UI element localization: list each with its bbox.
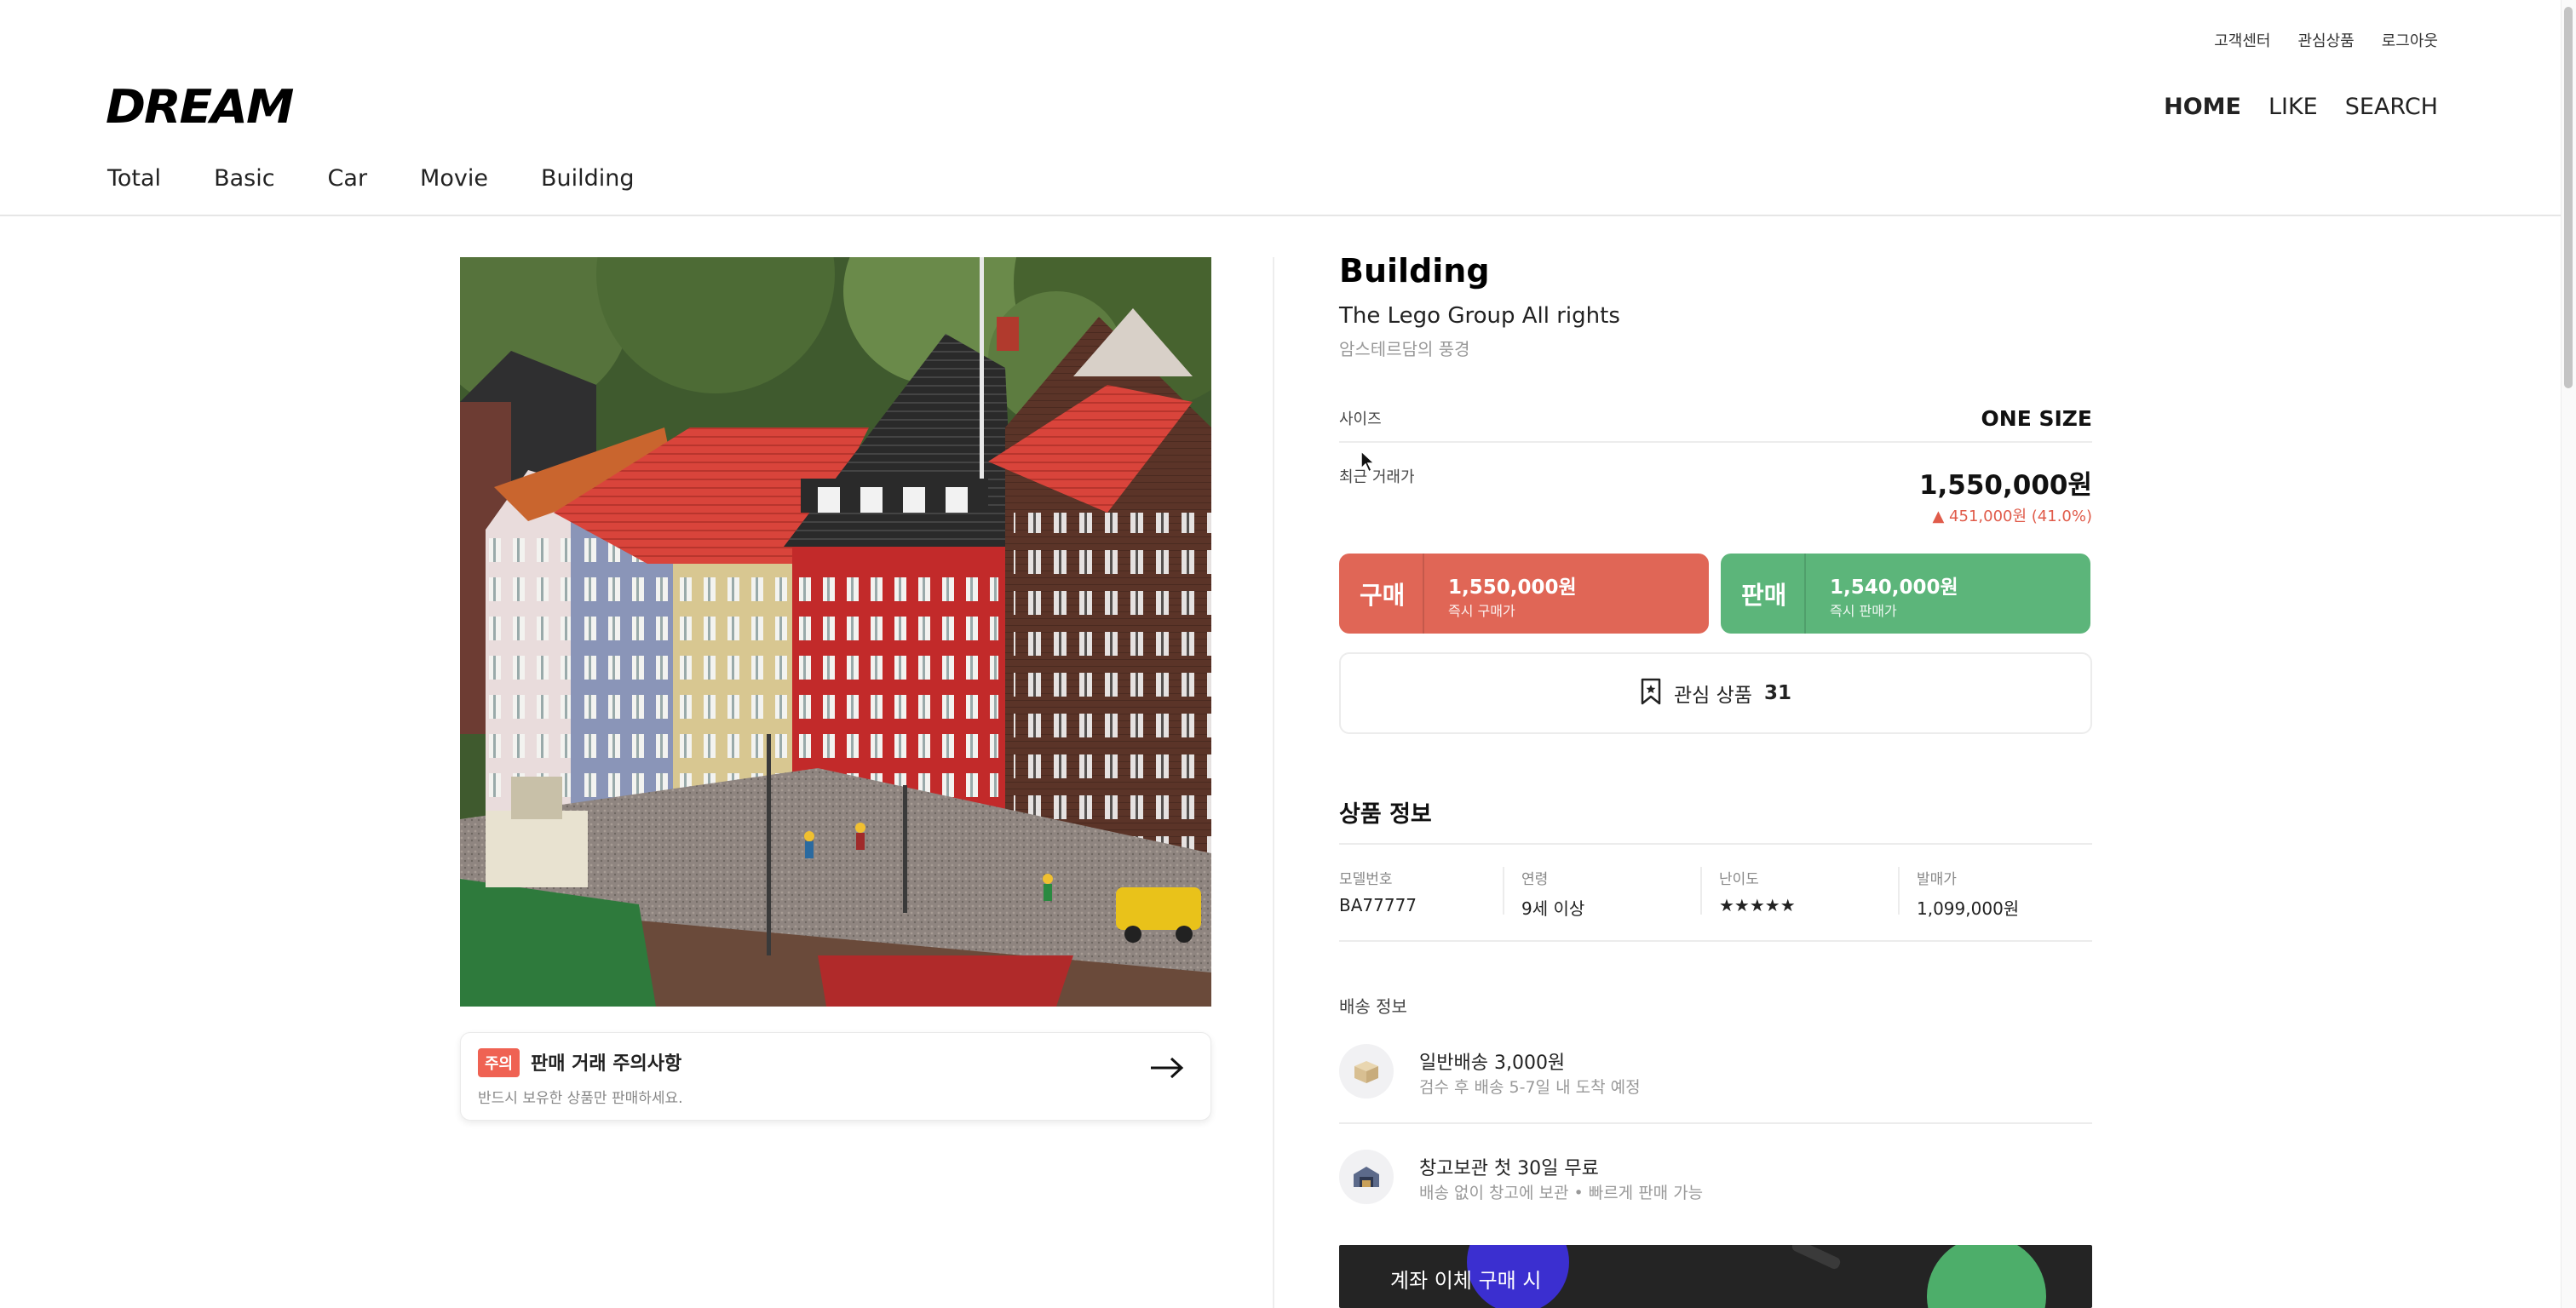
info-release-price: 발매가 1,099,000원 (1898, 867, 2092, 919)
header-divider (0, 215, 2561, 216)
shipping-desc: 배송 없이 창고에 보관 • 빠르게 판매 가능 (1419, 1184, 1704, 1202)
info-difficulty: 난이도 ★★★★★ (1700, 867, 1898, 915)
info-age: 연령 9세 이상 (1503, 867, 1700, 919)
main-nav: HOME LIKE SEARCH (2164, 94, 2438, 120)
product-image (460, 257, 1211, 1007)
column-divider (1273, 257, 1274, 1308)
sell-separator (1804, 554, 1806, 634)
link-wishlist[interactable]: 관심상품 (2298, 29, 2355, 51)
logo[interactable]: DREAM (106, 80, 294, 134)
info-key: 난이도 (1719, 871, 1759, 888)
shipping-option-warehouse[interactable]: 창고보관 첫 30일 무료 배송 없이 창고에 보관 • 빠르게 판매 가능 (1339, 1150, 2092, 1206)
info-divider-top (1339, 843, 2092, 845)
shipping-divider (1339, 1122, 2092, 1124)
buy-label: 구매 (1360, 581, 1406, 610)
buy-button[interactable]: 구매 1,550,000원 즉시 구매가 (1339, 554, 1709, 634)
info-key: 모델번호 (1339, 871, 1393, 888)
shipping-desc: 검수 후 배송 5-7일 내 도착 예정 (1419, 1078, 1641, 1097)
shipping-option-standard[interactable]: 일반배송 3,000원 검수 후 배송 5-7일 내 도착 예정 (1339, 1044, 2092, 1100)
info-value: 1,099,000원 (1917, 898, 2020, 919)
scrollbar-thumb[interactable] (2564, 7, 2573, 388)
sell-button[interactable]: 판매 1,540,000원 즉시 판매가 (1721, 554, 2090, 634)
sell-price: 1,540,000원 (1830, 577, 1958, 599)
sell-caption: 즉시 판매가 (1830, 603, 1897, 619)
wishlist-button[interactable]: 관심 상품 31 (1339, 652, 2092, 734)
buy-caption: 즉시 구매가 (1448, 603, 1515, 619)
recent-price-value: 1,550,000원 (1918, 470, 2092, 501)
scrollbar[interactable] (2561, 0, 2576, 1308)
product-info-grid: 모델번호 BA77777 연령 9세 이상 난이도 ★★★★★ 발매가 1,09… (1339, 867, 2092, 919)
info-model: 모델번호 BA77777 (1339, 867, 1503, 915)
category-car[interactable]: Car (328, 165, 368, 192)
price-change: ▲ 451,000원 (41.0%) (1932, 508, 2092, 525)
info-value: 9세 이상 (1521, 898, 1585, 919)
size-label: 사이즈 (1339, 410, 1382, 428)
product-subtitle: 암스테르담의 풍경 (1339, 339, 1470, 359)
mouse-cursor-icon (1360, 450, 1377, 477)
info-divider-bottom (1339, 940, 2092, 942)
sell-notice-card[interactable]: 주의 판매 거래 주의사항 반드시 보유한 상품만 판매하세요. (460, 1032, 1211, 1121)
warehouse-icon (1339, 1150, 1394, 1204)
info-key: 연령 (1521, 871, 1549, 888)
shipping-title: 창고보관 첫 30일 무료 (1419, 1158, 1599, 1179)
banner-text: 계좌 이체 구매 시 (1390, 1269, 1542, 1293)
bookmark-icon (1640, 678, 1662, 708)
category-movie[interactable]: Movie (420, 165, 488, 192)
buy-separator (1423, 554, 1424, 634)
buy-price: 1,550,000원 (1448, 577, 1577, 599)
notice-title: 판매 거래 주의사항 (531, 1053, 682, 1075)
category-total[interactable]: Total (107, 165, 161, 192)
shipping-title: 일반배송 3,000원 (1419, 1053, 1566, 1074)
nav-search[interactable]: SEARCH (2345, 94, 2438, 120)
category-basic[interactable]: Basic (214, 165, 274, 192)
link-customer-center[interactable]: 고객센터 (2214, 29, 2270, 51)
notice-description: 반드시 보유한 상품만 판매하세요. (478, 1090, 683, 1107)
category-nav: Total Basic Car Movie Building (107, 165, 634, 192)
product-title: Building (1339, 252, 1490, 290)
wishlist-count: 31 (1763, 682, 1791, 704)
info-value: ★★★★★ (1719, 895, 1796, 915)
notice-badge: 주의 (478, 1048, 520, 1077)
sell-label: 판매 (1741, 581, 1787, 610)
nav-home[interactable]: HOME (2164, 94, 2241, 120)
info-key: 발매가 (1917, 871, 1957, 888)
arrow-right-icon (1149, 1055, 1185, 1084)
package-icon (1339, 1044, 1394, 1099)
info-value: BA77777 (1339, 895, 1417, 915)
category-building[interactable]: Building (541, 165, 635, 192)
shipping-info-label: 배송 정보 (1339, 996, 1407, 1017)
top-utility-links: 고객센터 관심상품 로그아웃 (2214, 29, 2438, 51)
promo-banner[interactable]: 계좌 이체 구매 시 (1339, 1245, 2092, 1308)
link-logout[interactable]: 로그아웃 (2382, 29, 2438, 51)
wishlist-label: 관심 상품 (1674, 685, 1752, 707)
product-info-title: 상품 정보 (1339, 801, 1432, 828)
size-value: ONE SIZE (1981, 405, 2092, 431)
size-row[interactable]: 사이즈 ONE SIZE (1339, 395, 2092, 443)
product-brand: The Lego Group All rights (1339, 303, 1620, 329)
nav-like[interactable]: LIKE (2268, 94, 2318, 120)
